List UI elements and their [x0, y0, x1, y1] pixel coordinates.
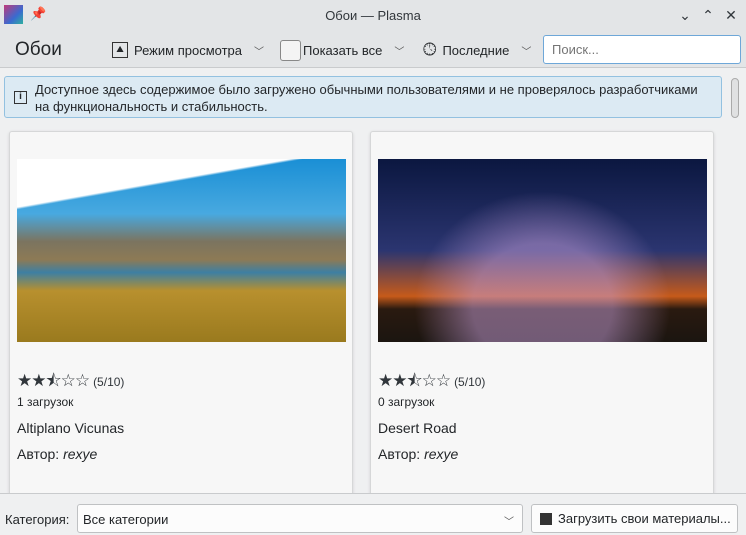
rating: ★★⯪☆☆ (5/10)	[17, 368, 124, 397]
author: Автор: rexye	[17, 446, 97, 462]
download-count: 1 загрузок	[17, 395, 74, 409]
rating-text: (5/10)	[93, 375, 125, 389]
author: Автор: rexye	[378, 446, 458, 462]
upload-button[interactable]: Загрузить свои материалы...	[531, 504, 738, 533]
star-rating-icon: ★★⯪☆☆	[17, 371, 90, 390]
bottom-bar: Категория: Все категории ﹀ Загрузить сво…	[0, 493, 746, 535]
category-select[interactable]: Все категории ﹀	[77, 504, 523, 533]
banner-text: Доступное здесь содержимое было загружен…	[35, 82, 698, 114]
search-input[interactable]	[543, 35, 741, 64]
image-icon: ⛰	[112, 42, 128, 58]
upload-label: Загрузить свои материалы...	[558, 511, 731, 526]
sort-label: Последние	[442, 42, 510, 58]
scrollbar[interactable]	[731, 76, 741, 493]
rating: ★★⯪☆☆ (5/10)	[378, 368, 485, 397]
upload-image-icon	[540, 512, 552, 525]
view-mode-label: Режим просмотра	[134, 42, 242, 58]
title-bar: 📌 Обои — Plasma ⌄ ⌃ ✕	[0, 0, 746, 30]
checkbox[interactable]	[280, 39, 301, 61]
chevron-down-icon: ﹀	[521, 46, 532, 58]
wallpaper-name: Desert Road	[378, 420, 457, 436]
author-name[interactable]: rexye	[424, 446, 458, 462]
scrollbar-thumb[interactable]	[731, 78, 739, 118]
wallpaper-card[interactable]: ★★⯪☆☆ (5/10) 1 загрузок Altiplano Vicunas…	[9, 131, 353, 501]
wallpaper-card[interactable]: ★★⯪☆☆ (5/10) 0 загрузок Desert Road Автор…	[370, 131, 714, 501]
sort-button[interactable]: 🕓︎ Последние ﹀	[423, 38, 531, 62]
author-label: Автор:	[17, 446, 60, 462]
show-all-label: Показать все	[303, 42, 383, 58]
wallpaper-thumbnail[interactable]	[378, 159, 707, 342]
close-button[interactable]: ✕	[722, 6, 740, 24]
star-rating-icon: ★★⯪☆☆	[378, 371, 451, 390]
info-banner: i Доступное здесь содержимое было загруж…	[4, 76, 722, 118]
wallpaper-name: Altiplano Vicunas	[17, 420, 125, 436]
toolbar: Обои ⛰ Режим просмотра ﹀ Показать все ﹀ …	[0, 30, 746, 68]
minimize-button[interactable]: ⌄	[676, 6, 694, 24]
maximize-button[interactable]: ⌃	[699, 6, 717, 24]
category-label: Категория:	[5, 512, 70, 527]
info-icon: i	[14, 91, 27, 104]
rating-text: (5/10)	[454, 375, 486, 389]
chevron-down-icon: ﹀	[254, 46, 264, 58]
page-title: Обои	[15, 39, 62, 60]
show-all-toggle[interactable]: Показать все ﹀	[280, 38, 404, 62]
author-name[interactable]: rexye	[63, 446, 97, 462]
window-title: Обои — Plasma	[325, 8, 421, 23]
author-label: Автор:	[378, 446, 421, 462]
wallpaper-thumbnail[interactable]	[17, 159, 346, 342]
chevron-down-icon: ﹀	[504, 517, 514, 528]
chevron-down-icon: ﹀	[394, 46, 405, 58]
category-value: Все категории	[83, 512, 169, 527]
view-mode-button[interactable]: ⛰ Режим просмотра ﹀	[112, 38, 264, 62]
clock-icon: 🕓︎	[423, 40, 437, 59]
download-count: 0 загрузок	[378, 395, 435, 409]
